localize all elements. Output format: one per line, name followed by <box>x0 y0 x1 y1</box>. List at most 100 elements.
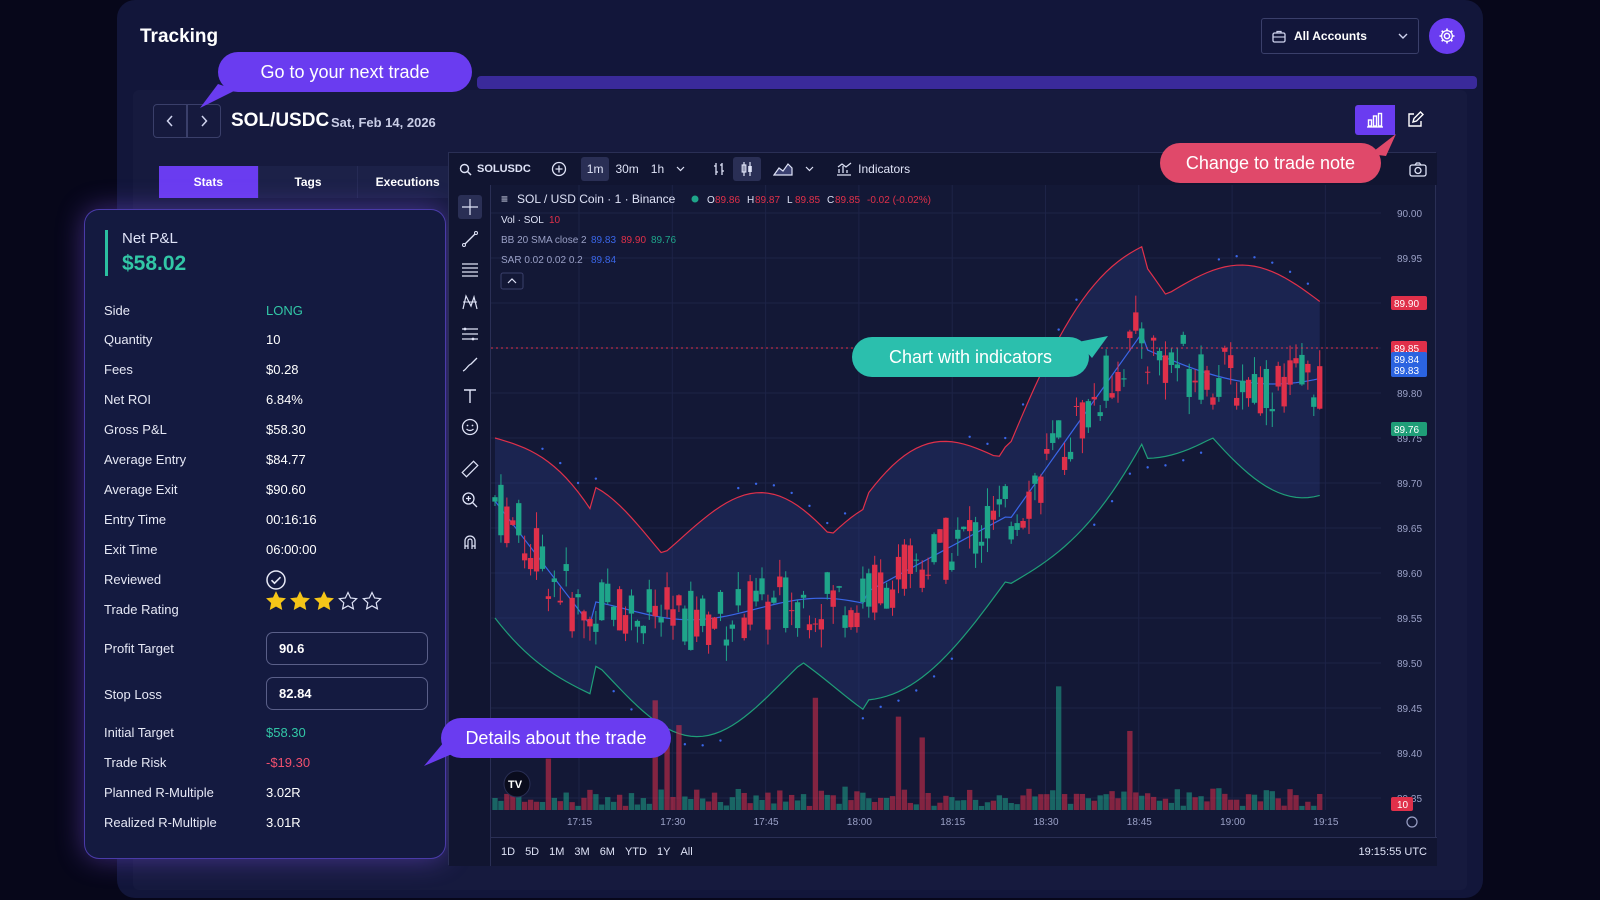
volume-bar <box>800 794 807 810</box>
candle <box>794 602 801 629</box>
forecast-tool[interactable] <box>458 322 482 346</box>
collapse-legend-button[interactable] <box>500 272 524 290</box>
account-selector[interactable]: All Accounts <box>1261 18 1419 54</box>
candles-style-button[interactable] <box>733 157 762 181</box>
candle <box>978 541 985 546</box>
indicators-button[interactable]: Indicators <box>830 157 916 181</box>
stop-loss-input[interactable]: 82.84 <box>266 677 428 710</box>
text-tool[interactable] <box>458 384 482 408</box>
screenshot-button[interactable] <box>1403 157 1433 181</box>
candle <box>492 497 498 502</box>
bar-style-button[interactable] <box>705 157 733 181</box>
tab-tags[interactable]: Tags <box>257 166 358 198</box>
crosshair-tool[interactable] <box>458 195 482 219</box>
interval-30m[interactable]: 30m <box>609 157 644 181</box>
volume-bar <box>1299 805 1305 810</box>
bar-chart-icon <box>1367 112 1383 128</box>
range-1m[interactable]: 1M <box>549 846 564 858</box>
candle <box>1186 368 1192 397</box>
ruler-icon <box>461 460 479 478</box>
volume-bar <box>1216 788 1222 810</box>
volume-bar <box>1204 801 1210 810</box>
volume-bar <box>996 795 1003 810</box>
volume-bar <box>1287 789 1293 810</box>
volume-bar <box>723 805 730 810</box>
tab-stats[interactable]: Stats <box>159 166 258 198</box>
star-empty-icon[interactable] <box>362 591 382 611</box>
pattern-tool[interactable] <box>458 290 482 314</box>
trendline-tool[interactable] <box>458 227 482 251</box>
candle <box>717 591 724 614</box>
star-filled-icon[interactable] <box>266 591 286 611</box>
stat-value-average-entry: $84.77 <box>266 452 306 467</box>
area-style-button[interactable] <box>767 157 799 181</box>
range-all[interactable]: All <box>680 846 692 858</box>
brush-tool[interactable] <box>458 353 482 377</box>
chart-view-button[interactable] <box>1355 105 1395 135</box>
candle <box>777 576 783 588</box>
candle <box>516 503 522 536</box>
volume-bar <box>599 804 605 810</box>
sar-dot <box>576 481 580 485</box>
interval-1m[interactable]: 1m <box>580 157 610 181</box>
reviewed-check-icon[interactable] <box>265 569 287 591</box>
symbol-search-button[interactable]: SOLUSDC <box>453 157 537 181</box>
briefcase-icon <box>1272 30 1286 43</box>
range-6m[interactable]: 6M <box>600 846 615 858</box>
trade-date: Sat, Feb 14, 2026 <box>331 115 436 130</box>
candle <box>599 582 605 621</box>
compare-symbol-button[interactable] <box>545 157 573 181</box>
tab-executions[interactable]: Executions <box>357 166 457 198</box>
ohlc-key: O <box>707 195 715 206</box>
tradingview-logo-text: TV <box>508 779 523 791</box>
emoji-tool[interactable] <box>458 415 482 439</box>
volume-bar <box>925 792 931 810</box>
candle <box>1156 350 1163 361</box>
profit-target-input[interactable]: 90.6 <box>266 632 428 665</box>
volume-bar <box>877 797 884 810</box>
time-settings-icon[interactable] <box>1406 816 1418 828</box>
star-filled-icon[interactable] <box>314 591 334 611</box>
star-empty-icon[interactable] <box>338 591 358 611</box>
chart-style-dropdown[interactable] <box>799 157 820 181</box>
range-3m[interactable]: 3M <box>574 846 589 858</box>
trendline-icon <box>462 231 478 247</box>
candle <box>800 594 807 598</box>
time-tick-label: 18:15 <box>940 817 965 828</box>
volume-bar <box>1014 804 1020 810</box>
volume-bar <box>955 800 961 810</box>
volume-bar <box>1293 795 1299 810</box>
interval-1h[interactable]: 1h <box>645 157 670 181</box>
volume-bar <box>1133 792 1139 810</box>
measure-tool[interactable] <box>458 457 482 481</box>
header-accent-strip <box>477 76 1477 89</box>
sar-dot <box>754 482 758 486</box>
candle <box>1103 355 1109 401</box>
previous-trade-button[interactable] <box>153 104 187 138</box>
volume-bar <box>664 743 670 810</box>
settings-button[interactable] <box>1429 18 1465 54</box>
trade-rating-stars[interactable] <box>266 591 382 611</box>
candle <box>788 610 795 612</box>
interval-dropdown[interactable] <box>670 157 691 181</box>
fib-tool[interactable] <box>458 258 482 282</box>
range-ytd[interactable]: YTD <box>625 846 647 858</box>
trade-note-button[interactable] <box>1395 105 1435 135</box>
crosshair-icon <box>462 199 478 215</box>
sar-dot <box>790 491 793 495</box>
star-filled-icon[interactable] <box>290 591 310 611</box>
candle <box>498 484 504 536</box>
range-5d[interactable]: 5D <box>525 846 539 858</box>
zoom-tool[interactable] <box>458 488 482 512</box>
volume-bar <box>1233 799 1240 810</box>
volume-bar <box>765 792 771 810</box>
candle <box>1317 366 1323 409</box>
volume-bar <box>966 789 973 810</box>
price-tick-label: 89.65 <box>1397 524 1422 535</box>
volume-bar <box>1228 799 1234 810</box>
range-1d[interactable]: 1D <box>501 846 515 858</box>
magnet-tool[interactable] <box>458 530 482 554</box>
range-1y[interactable]: 1Y <box>657 846 670 858</box>
sar-dot <box>683 743 687 746</box>
volume-bar <box>759 799 765 810</box>
